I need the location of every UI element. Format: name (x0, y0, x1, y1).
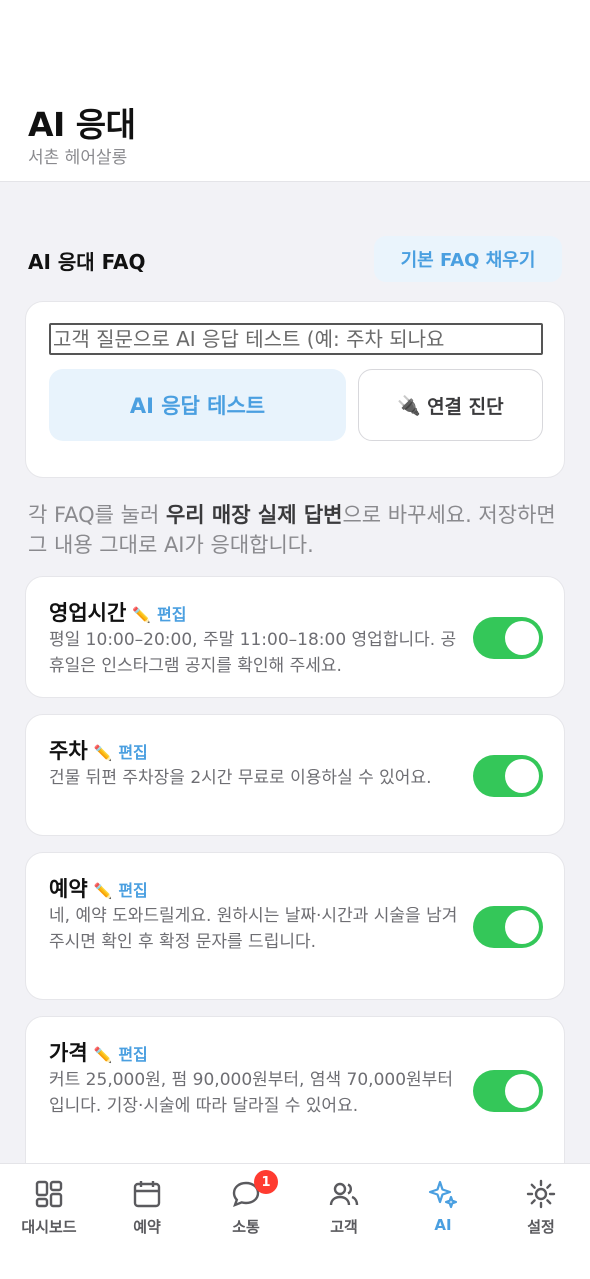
toggle-knob (505, 621, 539, 655)
faq-toggle[interactable] (473, 755, 543, 797)
users-icon (329, 1182, 359, 1206)
faq-edit-link[interactable]: 편집 (118, 877, 147, 901)
pencil-icon: ✏️ (93, 882, 113, 900)
tab-label: 설정 (527, 1218, 555, 1236)
dashboard-icon (35, 1180, 63, 1208)
tab-label: 소통 (232, 1218, 260, 1236)
calendar-icon (133, 1181, 161, 1208)
faq-card-reservation[interactable]: 예약 ✏️ 편집 네, 예약 도와드릴게요. 원하시는 날짜·시간과 시술을 남… (25, 852, 565, 1000)
help-text-bold: 우리 매장 실제 답변 (165, 503, 343, 527)
faq-edit-link[interactable]: 편집 (118, 1041, 147, 1065)
page-header: AI 응대 서촌 헤어살롱 (0, 0, 590, 182)
faq-toggle[interactable] (473, 617, 543, 659)
faq-answer: 네, 예약 도와드릴게요. 원하시는 날짜·시간과 시술을 남겨 주시면 확인 … (49, 906, 458, 952)
connection-diagnosis-label: 연결 진단 (427, 395, 504, 418)
tab-label: 대시보드 (21, 1218, 77, 1236)
pencil-icon: ✏️ (93, 744, 113, 762)
ai-test-input[interactable] (49, 323, 543, 355)
tab-customers[interactable]: 고객 (295, 1178, 393, 1248)
faq-help-text: 각 FAQ를 눌러 우리 매장 실제 답변으로 바꾸세요. 저장하면 그 내용 … (28, 500, 573, 560)
connection-diagnosis-button[interactable]: 🔌 연결 진단 (358, 369, 543, 441)
ai-test-card: AI 응답 테스트 🔌 연결 진단 (25, 301, 565, 478)
faq-card-price[interactable]: 가격 ✏️ 편집 커트 25,000원, 펌 90,000원부터, 염색 70,… (25, 1016, 565, 1186)
chat-unread-badge: 1 (254, 1170, 278, 1194)
gear-icon (526, 1179, 556, 1209)
tab-label: 고객 (330, 1218, 358, 1236)
pencil-icon: ✏️ (93, 1046, 113, 1064)
tab-reservation[interactable]: 예약 (98, 1178, 196, 1248)
faq-title: 영업시간 (49, 601, 127, 625)
tab-label: 예약 (133, 1218, 161, 1236)
faq-answer: 평일 10:00–20:00, 주말 11:00–18:00 영업합니다. 공휴… (49, 630, 457, 676)
bottom-tab-bar: 대시보드 예약 1 소통 고객 AI 설정 (0, 1163, 590, 1279)
help-text-prefix: 각 FAQ를 눌러 (28, 503, 166, 527)
tab-settings[interactable]: 설정 (492, 1178, 590, 1248)
faq-edit-link[interactable]: 편집 (118, 739, 147, 763)
faq-title: 주차 (49, 739, 88, 763)
page-subtitle: 서촌 헤어살롱 (28, 148, 128, 168)
tab-chat[interactable]: 1 소통 (197, 1170, 295, 1248)
faq-title: 예약 (49, 877, 88, 901)
plug-icon: 🔌 (397, 394, 422, 417)
tab-dashboard[interactable]: 대시보드 (0, 1178, 98, 1248)
toggle-knob (505, 910, 539, 944)
toggle-knob (505, 759, 539, 793)
page-title: AI 응대 (28, 105, 136, 144)
toggle-knob (505, 1074, 539, 1108)
faq-section-title: AI 응대 FAQ (28, 250, 146, 274)
ai-test-button[interactable]: AI 응답 테스트 (49, 369, 346, 441)
sparkles-icon (428, 1180, 458, 1209)
faq-toggle[interactable] (473, 906, 543, 948)
faq-edit-link[interactable]: 편집 (157, 601, 186, 625)
faq-answer: 커트 25,000원, 펌 90,000원부터, 염색 70,000원부터입니다… (49, 1070, 453, 1116)
tab-ai[interactable]: AI (394, 1178, 492, 1248)
pencil-icon: ✏️ (132, 606, 151, 624)
fill-default-faq-button[interactable]: 기본 FAQ 채우기 (374, 236, 562, 282)
faq-toggle[interactable] (473, 1070, 543, 1112)
faq-answer: 건물 뒤편 주차장을 2시간 무료로 이용하실 수 있어요. (49, 768, 432, 788)
faq-card-hours[interactable]: 영업시간 ✏️ 편집 평일 10:00–20:00, 주말 11:00–18:0… (25, 576, 565, 698)
faq-card-parking[interactable]: 주차 ✏️ 편집 건물 뒤편 주차장을 2시간 무료로 이용하실 수 있어요. (25, 714, 565, 836)
faq-title: 가격 (49, 1041, 88, 1065)
tab-label: AI (434, 1216, 452, 1234)
